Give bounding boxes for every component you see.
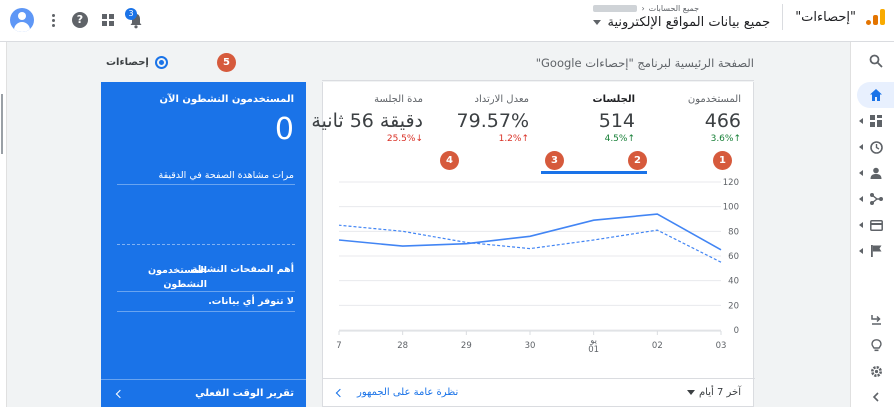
scroll-indicator[interactable] [1, 94, 3, 154]
divider [117, 184, 295, 185]
help-icon[interactable]: ? [72, 12, 88, 28]
chevron-left-icon [115, 389, 125, 399]
metric-value: 514 [598, 110, 635, 132]
x-tick-label: 28 [397, 341, 408, 351]
redacted-account-id [593, 5, 638, 12]
nav-realtime-clock-icon[interactable] [857, 134, 894, 160]
view-title: جميع بيانات المواقع الإلكترونية [607, 15, 771, 30]
date-range-dropdown-icon [686, 390, 695, 395]
nav-home-icon[interactable] [857, 82, 894, 108]
y-tick-label: 80 [728, 227, 739, 237]
x-tick-label: 01 [588, 345, 599, 355]
annotation-marker-2: 2 [628, 151, 647, 170]
y-tick-label: 20 [728, 301, 739, 311]
audience-overview-label: نظرة عامة على الجمهور [357, 387, 459, 398]
side-navigation-rail [850, 42, 894, 407]
annotation-marker-3: 3 [545, 151, 564, 170]
y-tick-label: 40 [728, 277, 739, 287]
metric-value: 79.57% [456, 110, 529, 132]
metric-delta: 3.6%↑ [710, 134, 741, 144]
notifications-bell-icon[interactable]: 3 [125, 8, 146, 29]
property-name: "إحصاءات" [795, 9, 856, 25]
top-app-bar: ? 3 "إحصاءات" جميع الحسابات ‹ جميع بيانا… [0, 0, 894, 42]
metric-label: الجلسات [592, 94, 635, 105]
pageviews-sparkline [117, 244, 295, 245]
overview-card: المستخدمون 466 3.6%↑ الجلسات 514 4.5%↑ م… [293, 82, 755, 407]
x-tick-label: 29 [461, 341, 472, 351]
y-tick-label: 0 [734, 326, 739, 336]
account-avatar-icon[interactable] [10, 8, 34, 32]
active-users-value: 0 [274, 112, 294, 147]
metric-label: معدل الارتداد [474, 94, 529, 105]
account-picker[interactable]: جميع الحسابات ‹ جميع بيانات المواقع الإل… [593, 4, 770, 30]
y-tick-label: 120 [723, 178, 739, 188]
nav-search-icon[interactable] [857, 48, 894, 74]
date-range-selector[interactable]: آخر 7 أيام [686, 387, 741, 398]
section-divider [322, 80, 754, 81]
pageviews-per-minute-label: مرات مشاهدة الصفحة في الدقيقة [158, 170, 294, 181]
nav-audience-person-icon[interactable] [857, 160, 894, 186]
chevron-left-icon [335, 388, 345, 397]
metric-value: 0 دقيقة 56 ثانية [293, 110, 423, 132]
left-edge-strip [0, 42, 7, 407]
sessions-line-chart: 0204060801001200302يو013029287 [336, 178, 739, 355]
y-tick-label: 100 [723, 203, 739, 213]
apps-grid-icon[interactable] [102, 14, 114, 26]
divider [117, 311, 295, 312]
series-line-current [338, 213, 722, 251]
metric-tab-users[interactable]: المستخدمون 466 3.6%↑ [647, 82, 753, 174]
top-bar-actions: ? 3 [10, 8, 146, 32]
divider [782, 4, 784, 30]
series-line-previous [338, 224, 722, 263]
active-users-title: المستخدمون النشطون الآن [159, 94, 294, 105]
divider [117, 291, 295, 292]
metric-delta: 25.5%↓ [386, 134, 423, 144]
nav-conversions-flag-icon[interactable] [857, 238, 894, 264]
metric-label: المستخدمون [687, 94, 741, 105]
metric-tab-session-duration[interactable]: مدة الجلسة 0 دقيقة 56 ثانية 25.5%↓ [293, 82, 435, 174]
google-analytics-logo-icon [866, 7, 886, 27]
analytics-intelligence-link[interactable]: إحصاءات [106, 56, 168, 69]
annotation-marker-5: 5 [217, 53, 236, 72]
x-tick-label: 7 [336, 341, 341, 351]
top-pages-column-header: أهم الصفحات النشطة [191, 264, 294, 275]
annotation-marker-1: 1 [713, 151, 732, 170]
page-title: الصفحة الرئيسية لبرنامج "إحصاءات Google" [535, 56, 754, 70]
no-data-message: لا تتوفر أي بيانات. [208, 296, 294, 307]
x-tick-label: 02 [652, 341, 663, 351]
x-tick-label: 03 [716, 341, 727, 351]
dropdown-arrow-icon [593, 20, 602, 25]
metric-value: 466 [704, 110, 741, 132]
realtime-card: المستخدمون النشطون الآن 0 مرات مشاهدة ال… [101, 82, 306, 407]
breadcrumb-all-accounts[interactable]: جميع الحسابات [649, 4, 699, 13]
view-selector[interactable]: جميع بيانات المواقع الإلكترونية [593, 15, 770, 30]
notifications-badge: 3 [125, 8, 137, 20]
insights-icon [154, 56, 168, 69]
nav-acquisition-icon[interactable] [857, 186, 894, 212]
analytics-intelligence-label: إحصاءات [106, 57, 149, 68]
more-options-icon[interactable] [48, 13, 58, 27]
nav-customization-icon[interactable] [857, 108, 894, 134]
active-users-column-header: المستخدمون النشطون [147, 265, 207, 290]
realtime-report-label: تقرير الوقت الفعلي [195, 388, 294, 399]
metric-delta: 1.2%↑ [498, 134, 529, 144]
y-tick-label: 60 [728, 252, 739, 262]
property-selector: "إحصاءات" جميع الحسابات ‹ جميع بيانات ال… [593, 4, 886, 30]
metric-label: مدة الجلسة [374, 94, 423, 105]
nav-collapse-chevron-icon[interactable] [857, 384, 894, 407]
nav-attribution-icon[interactable] [857, 306, 894, 332]
nav-discover-lightbulb-icon[interactable] [857, 332, 894, 358]
x-tick-label: 30 [525, 341, 536, 351]
metric-delta: 4.5%↑ [604, 134, 635, 144]
annotation-marker-4: 4 [440, 151, 459, 170]
date-range-label: آخر 7 أيام [698, 387, 741, 398]
card-footer: آخر 7 أيام نظرة عامة على الجمهور [323, 378, 755, 406]
breadcrumb-chevron-icon: ‹ [641, 4, 645, 13]
audience-overview-link[interactable]: نظرة عامة على الجمهور [335, 387, 459, 398]
breadcrumb[interactable]: جميع الحسابات ‹ [593, 4, 699, 13]
nav-admin-gear-icon[interactable] [857, 358, 894, 384]
realtime-report-link[interactable]: تقرير الوقت الفعلي [101, 379, 306, 407]
nav-behavior-icon[interactable] [857, 212, 894, 238]
